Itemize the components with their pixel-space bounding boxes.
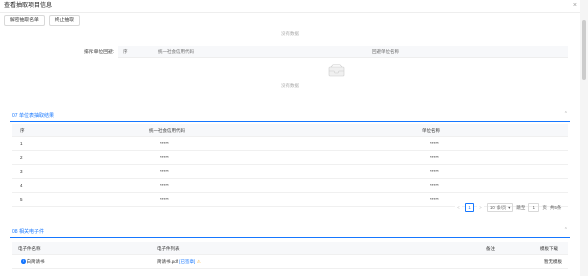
result-table: 序 统一社会信用代码 单位名称 1 ***** ***** 2 ***** **… (12, 124, 568, 207)
row-code: ***** (160, 182, 169, 188)
decrypt-list-button[interactable]: 解密抽取名单 (4, 15, 45, 26)
section-result-title: 07 单位表抽取结果 (12, 113, 54, 119)
total-count: 共5条 (549, 204, 562, 210)
file-list-cell: 简请书.pdf [已签章] ⚠ (157, 259, 201, 265)
exclude-col-name: 回避单位名称 (372, 49, 399, 54)
exclude-table-header: 序 统一社会信用代码 回避单位名称 (118, 46, 568, 58)
row-unit-name: ***** (430, 182, 439, 188)
col-index: 序 (20, 127, 25, 133)
table-header: 序 统一社会信用代码 单位名称 (12, 124, 568, 137)
col-file-name: 电子件名称 (18, 245, 41, 251)
exclude-label: 排斥单位回避: (84, 50, 115, 55)
page-size-value: 10 (490, 205, 495, 210)
info-icon: i (21, 259, 26, 264)
row-index: 5 (20, 196, 23, 202)
empty-box-icon (328, 64, 345, 77)
file-name-cell: i 白简请书 (21, 259, 45, 265)
table-row: i 白简请书 简请书.pdf [已签章] ⚠ 暂无模板 (12, 255, 568, 269)
scrollbar-thumb[interactable] (582, 20, 586, 80)
chevron-down-icon: ▾ (508, 205, 511, 210)
empty-text-top: 没有数据 (281, 31, 299, 36)
page-1-button[interactable]: 1 (465, 203, 474, 212)
stop-extraction-button[interactable]: 终止抽取 (48, 15, 80, 26)
section-result-header[interactable]: 07 单位表抽取结果 ⌃ (10, 110, 570, 122)
row-index: 3 (20, 168, 23, 174)
chevron-up-icon[interactable]: ⌃ (564, 227, 568, 233)
file-link[interactable]: 简请书.pdf (157, 259, 178, 264)
row-index: 4 (20, 182, 23, 188)
col-unit-name: 单位名称 (422, 127, 440, 133)
modal-title: 查看抽取项目信息 (4, 3, 53, 9)
row-index: 1 (20, 140, 23, 146)
goto-label: 跳至 (516, 204, 526, 210)
row-unit-name: ***** (430, 168, 439, 174)
toolbar: 解密抽取名单 终止抽取 (4, 15, 80, 26)
table-row: 4 ***** ***** (12, 179, 568, 193)
chevron-up-icon[interactable]: ⌃ (564, 111, 568, 117)
row-unit-name: ***** (430, 140, 439, 146)
row-code: ***** (160, 196, 169, 202)
goto-page-input[interactable]: 1 (528, 203, 540, 212)
next-page-button[interactable]: > (477, 204, 484, 211)
col-file-list: 电子件列表 (157, 245, 180, 251)
project-info-modal: 查看抽取项目信息 × 解密抽取名单 终止抽取 没有数据 排斥单位回避: 序 统一… (0, 0, 580, 276)
modal-titlebar: 查看抽取项目信息 × (0, 0, 580, 13)
row-code: ***** (160, 140, 169, 146)
files-table: 电子件名称 电子件列表 备注 模板下载 i 白简请书 简请书.pdf [已签章] … (12, 242, 568, 269)
prev-page-button[interactable]: < (455, 204, 462, 211)
section-files-header[interactable]: 08 相关电子件 ⌃ (10, 226, 570, 238)
pagination: < 1 > 10 条/页 ▾ 跳至 1 页 共5条 (455, 203, 561, 212)
col-template: 模板下载 (540, 245, 558, 251)
empty-text-exclude: 没有数据 (281, 83, 299, 88)
warning-icon: ⚠ (196, 258, 201, 264)
file-name: 白简请书 (26, 258, 45, 264)
exclude-col-index: 序 (123, 49, 128, 54)
row-code: ***** (160, 168, 169, 174)
row-unit-name: ***** (430, 154, 439, 160)
table-row: 2 ***** ***** (12, 151, 568, 165)
page-unit-label: 页 (542, 204, 547, 210)
row-code: ***** (160, 154, 169, 160)
table-row: 3 ***** ***** (12, 165, 568, 179)
col-code: 统一社会信用代码 (149, 127, 185, 133)
page-size-unit: 条/页 (496, 205, 507, 210)
files-table-header: 电子件名称 电子件列表 备注 模板下载 (12, 242, 568, 255)
close-icon[interactable]: × (573, 0, 577, 12)
row-unit-name: ***** (430, 196, 439, 202)
col-remark: 备注 (486, 245, 495, 251)
page-size-select[interactable]: 10 条/页 ▾ (487, 203, 514, 212)
row-index: 2 (20, 154, 23, 160)
table-row: 1 ***** ***** (12, 137, 568, 151)
section-files-title: 08 相关电子件 (12, 229, 44, 235)
scrollbar[interactable] (580, 0, 588, 276)
template-download-cell: 暂无模板 (544, 258, 562, 264)
exclude-col-code: 统一社会信用代码 (158, 49, 194, 54)
preview-link[interactable]: [已签章] (179, 259, 195, 264)
